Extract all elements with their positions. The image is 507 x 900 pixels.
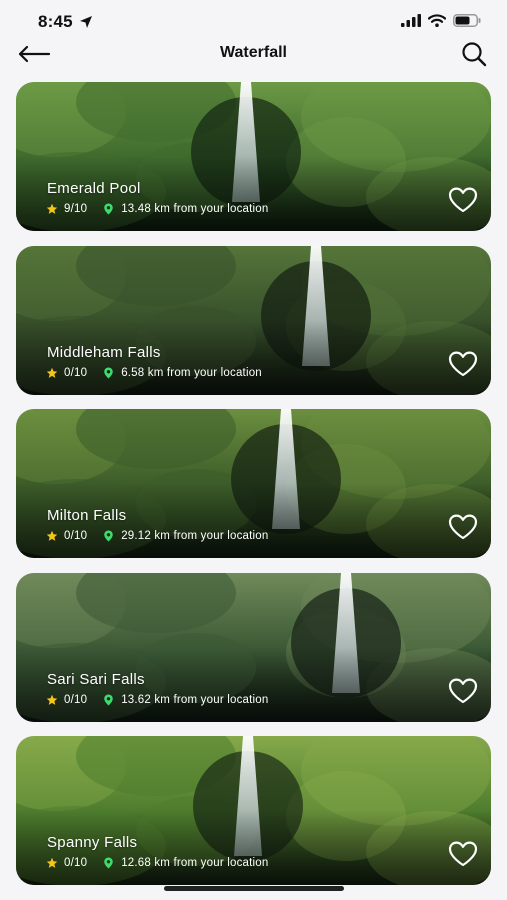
waterfall-card[interactable]: Emerald Pool 9/10 13.48 km from your loc… — [16, 82, 491, 231]
favorite-button[interactable] — [447, 186, 479, 214]
home-indicator — [164, 886, 344, 891]
distance-text: 6.58 km from your location — [121, 366, 262, 379]
clock: 8:45 — [38, 12, 73, 31]
favorite-button[interactable] — [447, 677, 479, 705]
rating-value: 0/10 — [64, 366, 88, 379]
waterfall-name: Emerald Pool — [47, 180, 141, 197]
location-pin-icon — [104, 367, 113, 378]
wifi-icon — [428, 14, 446, 27]
status-icons — [401, 14, 481, 27]
waterfall-card[interactable]: Milton Falls 0/10 29.12 km from your loc… — [16, 409, 491, 558]
waterfall-meta: 0/10 13.62 km from your location — [46, 694, 269, 706]
location-arrow-icon — [79, 16, 92, 28]
waterfall-list: Emerald Pool 9/10 13.48 km from your loc… — [16, 82, 491, 900]
heart-icon — [448, 351, 478, 376]
location-pin-icon — [104, 203, 113, 215]
star-icon — [46, 367, 58, 378]
navigation-bar: Waterfall — [0, 38, 507, 70]
waterfall-name: Middleham Falls — [47, 343, 161, 361]
waterfall-name: Milton Falls — [47, 507, 127, 524]
waterfall-name: Spanny Falls — [47, 834, 138, 851]
waterfall-meta: 9/10 13.48 km from your location — [46, 203, 269, 215]
waterfall-card[interactable]: Sari Sari Falls 0/10 13.62 km from your … — [16, 572, 491, 722]
star-icon — [46, 203, 58, 214]
waterfall-card[interactable]: Spanny Falls 0/10 12.68 km from your loc… — [16, 736, 491, 885]
star-icon — [46, 530, 58, 541]
star-icon — [46, 694, 58, 705]
rating-value: 0/10 — [64, 857, 88, 869]
heart-icon — [448, 841, 478, 867]
location-pin-icon — [104, 530, 113, 542]
distance-text: 13.48 km from your location — [121, 203, 269, 215]
cellular-signal-icon — [401, 14, 421, 27]
distance-text: 29.12 km from your location — [121, 530, 269, 542]
star-icon — [46, 857, 58, 868]
waterfall-meta: 0/10 12.68 km from your location — [46, 857, 269, 869]
distance-text: 13.62 km from your location — [121, 693, 269, 706]
location-pin-icon — [104, 857, 113, 869]
heart-icon — [448, 678, 478, 703]
distance-text: 12.68 km from your location — [121, 857, 269, 869]
waterfall-card[interactable]: Middleham Falls 0/10 6.58 km from your l… — [16, 245, 491, 395]
favorite-button[interactable] — [447, 350, 479, 378]
rating-value: 9/10 — [64, 203, 88, 215]
location-pin-icon — [104, 694, 113, 705]
battery-icon — [453, 14, 481, 27]
heart-icon — [448, 514, 478, 540]
status-time: 8:45 — [38, 12, 93, 32]
favorite-button[interactable] — [447, 840, 479, 868]
page-title: Waterfall — [220, 44, 287, 61]
waterfall-meta: 0/10 6.58 km from your location — [46, 367, 262, 379]
rating-value: 0/10 — [64, 530, 88, 542]
search-icon — [462, 42, 487, 67]
waterfall-meta: 0/10 29.12 km from your location — [46, 530, 269, 542]
heart-icon — [448, 187, 478, 213]
rating-value: 0/10 — [64, 693, 88, 706]
search-button[interactable] — [459, 40, 489, 68]
favorite-button[interactable] — [447, 513, 479, 541]
waterfall-name: Sari Sari Falls — [47, 670, 145, 688]
